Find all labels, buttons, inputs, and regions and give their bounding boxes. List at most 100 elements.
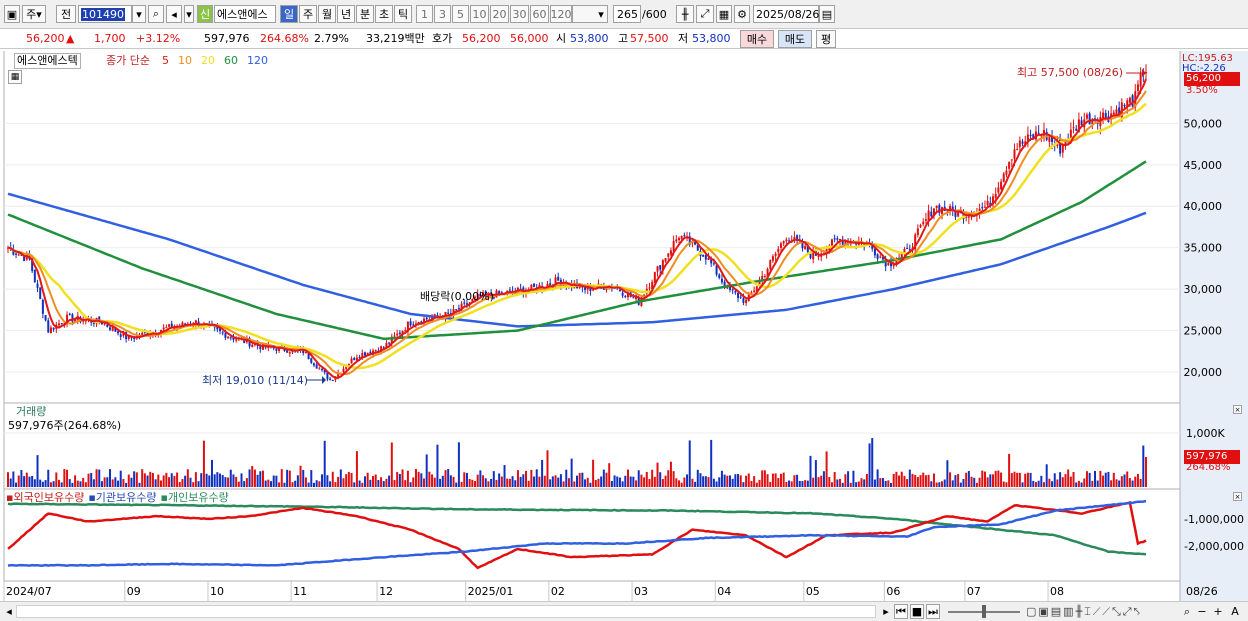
candle-body: [1029, 134, 1032, 136]
scroll-track[interactable]: [16, 605, 876, 618]
candle-icon[interactable]: ╫: [676, 5, 694, 23]
plus-icon[interactable]: +: [1212, 604, 1224, 619]
volume-bar: [1064, 474, 1067, 487]
volume-bar: [385, 478, 388, 487]
volume-bar: [355, 451, 358, 487]
volume-bar: [490, 478, 493, 487]
scroll-right-icon[interactable]: ▸: [880, 604, 892, 619]
zoom-slider-thumb[interactable]: [982, 605, 986, 618]
period-tab[interactable]: 월: [318, 5, 336, 23]
code-input[interactable]: 101490: [78, 5, 132, 23]
code-dropdown-icon[interactable]: ▾: [132, 5, 146, 23]
volume-bar: [914, 475, 917, 487]
volume-bar: [737, 473, 740, 487]
interval-tab[interactable]: 30: [510, 5, 529, 23]
window-icon[interactable]: ▣: [4, 5, 20, 23]
candle-body: [1139, 72, 1142, 87]
volume-bar: [33, 479, 36, 487]
volume-bar: [1115, 479, 1118, 487]
buy-button[interactable]: 매수: [740, 30, 774, 48]
volume-bar: [817, 477, 820, 487]
candle-body: [745, 299, 748, 304]
candle-body: [763, 276, 766, 278]
zoom-icon[interactable]: ⌕: [1180, 604, 1194, 619]
volume-bar: [345, 474, 348, 487]
volume-bar: [463, 472, 466, 487]
calendar-icon[interactable]: ▤: [819, 5, 835, 23]
interval-tab[interactable]: 60: [530, 5, 549, 23]
candle-body: [286, 350, 289, 353]
sell-button[interactable]: 매도: [778, 30, 812, 48]
interval-tab[interactable]: 20: [490, 5, 509, 23]
date-input[interactable]: 2025/08/26: [753, 5, 819, 23]
legend-institution[interactable]: ▪기관보유수량: [88, 491, 156, 505]
candle-body: [967, 216, 970, 218]
forward-icon[interactable]: ⏭: [926, 604, 940, 619]
holding-close-icon[interactable]: ×: [1233, 492, 1242, 501]
period-tab[interactable]: 년: [337, 5, 355, 23]
gear-icon[interactable]: ⚙: [734, 5, 750, 23]
holding-legend: ▪외국인보유수량 ▪기관보유수량 ▪개인보유수량: [6, 491, 229, 505]
avg-button[interactable]: 평: [816, 30, 836, 48]
volume-bar: [1016, 472, 1019, 487]
stop-icon[interactable]: ■: [910, 604, 924, 619]
legend-foreign[interactable]: ▪외국인보유수량: [6, 491, 84, 505]
ma-legend-item: 10: [178, 54, 192, 67]
volume-bar: [439, 478, 442, 487]
legend-stock-name[interactable]: 에스앤에스텍: [14, 53, 81, 69]
volume-bar: [1037, 480, 1040, 487]
volume-bar: [326, 475, 329, 487]
period-tab[interactable]: 틱: [394, 5, 412, 23]
candle-body: [879, 256, 882, 258]
grid-toggle-icon[interactable]: ▦: [8, 70, 22, 84]
volume-bar: [329, 481, 332, 487]
speaker-dropdown-icon[interactable]: ▾: [184, 5, 194, 23]
interval-tab[interactable]: 5: [452, 5, 469, 23]
font-size-icon[interactable]: A: [1228, 604, 1242, 619]
volume-bar: [66, 469, 69, 487]
price-y-tick: 35,000: [1184, 242, 1223, 255]
search-icon[interactable]: ⌕: [148, 5, 164, 23]
interval-tab[interactable]: 10: [470, 5, 489, 23]
save-icon[interactable]: ▦: [716, 5, 732, 23]
candle-body: [648, 287, 651, 289]
prev-button[interactable]: 전: [56, 5, 76, 23]
volume-bar: [1104, 472, 1107, 487]
legend-individual[interactable]: ▪개인보유수량: [161, 491, 229, 505]
volume-bar: [111, 479, 114, 487]
x-axis-label: 09: [127, 585, 141, 598]
change-value: 1,700: [94, 32, 126, 45]
speaker-icon[interactable]: ◂: [166, 5, 182, 23]
volume-bar: [576, 475, 578, 487]
interval-tab[interactable]: 120: [550, 5, 572, 23]
empty-select[interactable]: ▾: [572, 5, 608, 23]
stock-chart[interactable]: 50,000 45,000 40,000 35,000 30,000 25,000 20,0…: [0, 51, 1248, 601]
candle-body: [906, 247, 909, 249]
count-input[interactable]: 265: [613, 5, 641, 23]
volume-bar: [629, 476, 632, 487]
tool-icons[interactable]: ▢▣▤▥╫⌶⟋⟋⤡⤢⤣: [1026, 605, 1142, 619]
volume-close-icon[interactable]: ×: [1233, 405, 1242, 414]
market-select[interactable]: 주 ▾: [22, 5, 46, 23]
minus-icon[interactable]: −: [1196, 604, 1208, 619]
interval-tab[interactable]: 1: [416, 5, 433, 23]
period-tab[interactable]: 일: [280, 5, 298, 23]
period-tab[interactable]: 주: [299, 5, 317, 23]
rewind-icon[interactable]: ⏮: [894, 604, 908, 619]
volume-bar: [484, 478, 487, 487]
volume-bar: [919, 475, 922, 487]
volume-bar: [570, 458, 573, 487]
stock-name-field[interactable]: 에스앤에스: [214, 5, 276, 23]
period-tab[interactable]: 초: [375, 5, 393, 23]
volume-bar: [79, 481, 82, 487]
period-tab[interactable]: 분: [356, 5, 374, 23]
drawing-tool-icon[interactable]: ⤢: [696, 5, 714, 23]
volume-bar: [304, 477, 307, 487]
volume-bar: [414, 469, 417, 487]
dividend-annotation: 배당락(0.00%): [420, 290, 494, 303]
volume-bar: [194, 472, 197, 487]
interval-tab[interactable]: 3: [434, 5, 451, 23]
candle-body: [919, 225, 922, 228]
volume-bar: [388, 475, 391, 487]
scroll-left-icon[interactable]: ◂: [3, 604, 15, 619]
